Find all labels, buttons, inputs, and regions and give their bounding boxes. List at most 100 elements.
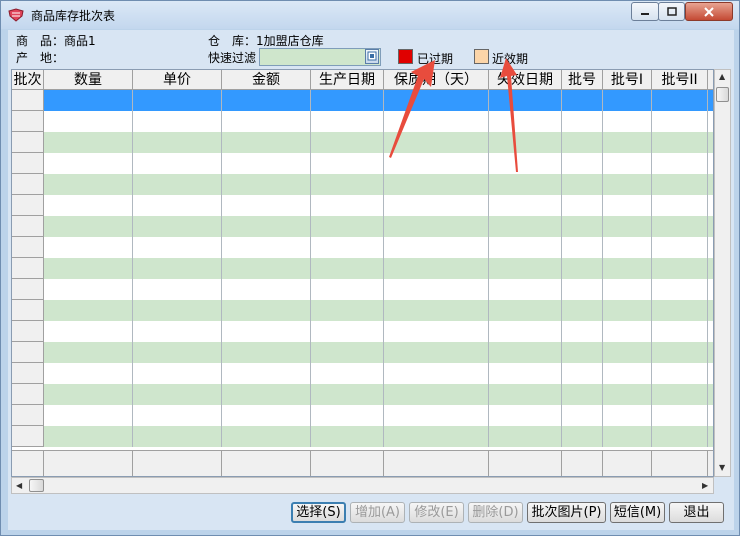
table-cell[interactable] <box>489 132 562 153</box>
row-header[interactable] <box>12 405 44 426</box>
table-cell[interactable] <box>311 300 384 321</box>
table-cell[interactable] <box>311 363 384 384</box>
table-cell[interactable] <box>603 153 652 174</box>
scroll-left-icon[interactable]: ◀ <box>16 482 22 490</box>
row-header[interactable] <box>12 195 44 216</box>
table-cell[interactable] <box>311 132 384 153</box>
table-cell[interactable] <box>652 237 708 258</box>
table-cell[interactable] <box>44 279 133 300</box>
table-cell[interactable] <box>562 216 603 237</box>
table-cell[interactable] <box>222 132 311 153</box>
table-cell[interactable] <box>222 258 311 279</box>
table-cell[interactable] <box>603 405 652 426</box>
table-cell[interactable] <box>384 405 489 426</box>
table-cell[interactable] <box>603 174 652 195</box>
row-header[interactable] <box>12 90 44 111</box>
table-cell[interactable] <box>562 132 603 153</box>
table-cell[interactable] <box>133 342 222 363</box>
table-cell[interactable] <box>603 237 652 258</box>
table-cell[interactable] <box>603 90 652 111</box>
table-cell[interactable] <box>222 237 311 258</box>
horizontal-scrollbar[interactable]: ◀ ▶ <box>11 477 714 494</box>
table-row[interactable] <box>44 363 713 384</box>
table-cell[interactable] <box>133 321 222 342</box>
table-cell[interactable] <box>603 426 652 447</box>
table-cell[interactable] <box>133 426 222 447</box>
table-cell[interactable] <box>311 195 384 216</box>
table-cell[interactable] <box>311 258 384 279</box>
column-header-batch[interactable]: 批次 <box>12 70 44 90</box>
sms-button[interactable]: 短信(M) <box>610 502 665 523</box>
table-cell[interactable] <box>562 258 603 279</box>
table-cell[interactable] <box>133 90 222 111</box>
vertical-scroll-thumb[interactable] <box>716 87 729 102</box>
table-cell[interactable] <box>133 216 222 237</box>
table-cell[interactable] <box>222 384 311 405</box>
table-cell[interactable] <box>311 426 384 447</box>
table-cell[interactable] <box>44 237 133 258</box>
table-cell[interactable] <box>489 363 562 384</box>
table-cell[interactable] <box>222 153 311 174</box>
table-cell[interactable] <box>489 195 562 216</box>
table-cell[interactable] <box>384 342 489 363</box>
table-cell[interactable] <box>652 363 708 384</box>
table-cell[interactable] <box>489 405 562 426</box>
batch-image-button[interactable]: 批次图片(P) <box>527 502 606 523</box>
table-cell[interactable] <box>44 195 133 216</box>
table-cell[interactable] <box>133 153 222 174</box>
table-cell[interactable] <box>489 237 562 258</box>
column-header-shelf-life[interactable]: 保质期（天） <box>384 70 489 90</box>
row-header[interactable] <box>12 279 44 300</box>
table-cell[interactable] <box>652 384 708 405</box>
table-row[interactable] <box>44 384 713 405</box>
table-row[interactable] <box>44 174 713 195</box>
table-cell[interactable] <box>489 300 562 321</box>
column-header-production-date[interactable]: 生产日期 <box>311 70 384 90</box>
table-cell[interactable] <box>603 195 652 216</box>
column-header-quantity[interactable]: 数量 <box>44 70 133 90</box>
scroll-up-icon[interactable]: ▲ <box>719 73 725 81</box>
column-header-unit-price[interactable]: 单价 <box>133 70 222 90</box>
table-cell[interactable] <box>384 237 489 258</box>
table-cell[interactable] <box>652 90 708 111</box>
edit-button[interactable]: 修改(E) <box>409 502 464 523</box>
table-cell[interactable] <box>562 300 603 321</box>
table-cell[interactable] <box>133 363 222 384</box>
minimize-button[interactable] <box>631 2 659 21</box>
table-cell[interactable] <box>603 363 652 384</box>
table-cell[interactable] <box>222 405 311 426</box>
maximize-button[interactable] <box>658 2 685 21</box>
table-cell[interactable] <box>222 279 311 300</box>
table-cell[interactable] <box>603 279 652 300</box>
column-header-lot-number-2[interactable]: 批号II <box>652 70 708 90</box>
table-row[interactable] <box>44 342 713 363</box>
table-cell[interactable] <box>133 300 222 321</box>
table-cell[interactable] <box>652 426 708 447</box>
table-cell[interactable] <box>652 153 708 174</box>
scroll-right-icon[interactable]: ▶ <box>702 482 708 490</box>
table-cell[interactable] <box>603 216 652 237</box>
table-cell[interactable] <box>311 174 384 195</box>
table-cell[interactable] <box>384 195 489 216</box>
filter-picker-button[interactable] <box>365 49 379 64</box>
table-cell[interactable] <box>384 426 489 447</box>
table-cell[interactable] <box>384 363 489 384</box>
table-cell[interactable] <box>489 321 562 342</box>
table-cell[interactable] <box>222 321 311 342</box>
row-header[interactable] <box>12 342 44 363</box>
table-cell[interactable] <box>489 426 562 447</box>
table-cell[interactable] <box>133 111 222 132</box>
table-cell[interactable] <box>44 321 133 342</box>
table-cell[interactable] <box>44 405 133 426</box>
row-header[interactable] <box>12 258 44 279</box>
table-cell[interactable] <box>133 195 222 216</box>
table-row[interactable] <box>44 216 713 237</box>
table-cell[interactable] <box>133 405 222 426</box>
table-cell[interactable] <box>562 342 603 363</box>
table-cell[interactable] <box>652 279 708 300</box>
horizontal-scroll-thumb[interactable] <box>29 479 44 492</box>
table-cell[interactable] <box>489 111 562 132</box>
table-row[interactable] <box>44 111 713 132</box>
table-cell[interactable] <box>384 111 489 132</box>
table-cell[interactable] <box>44 300 133 321</box>
